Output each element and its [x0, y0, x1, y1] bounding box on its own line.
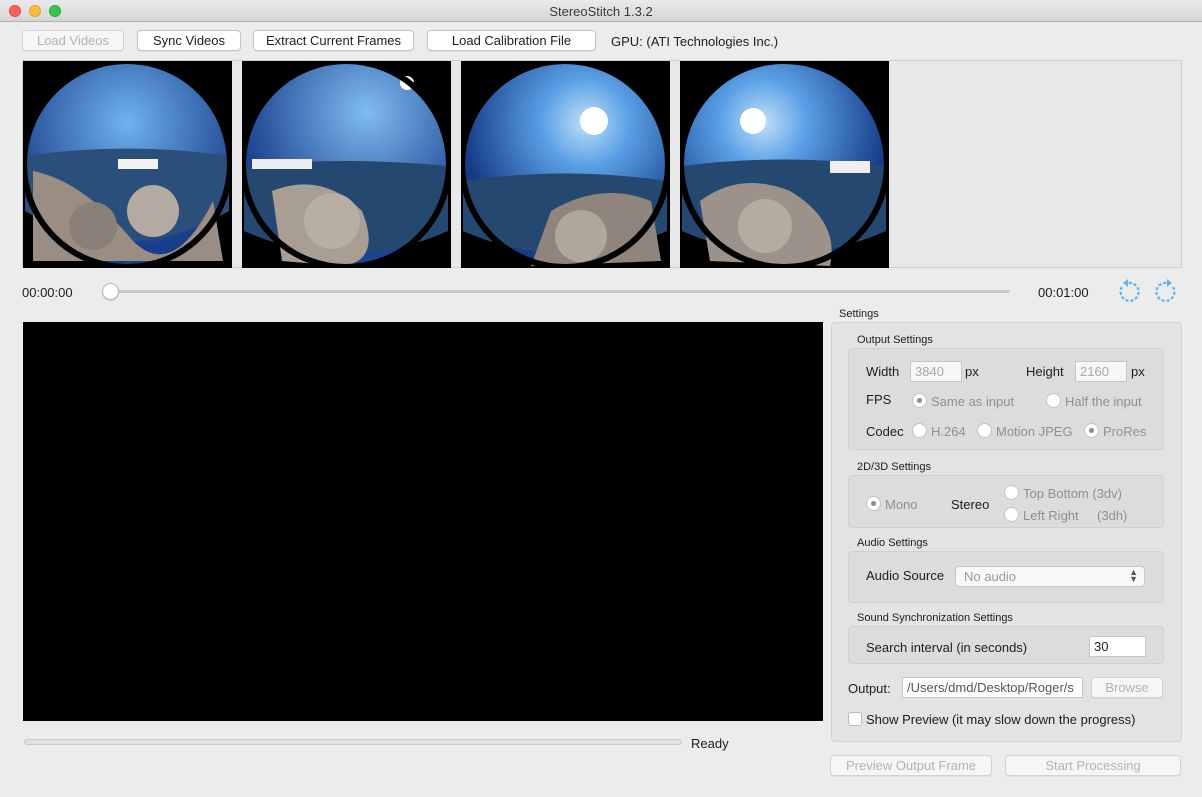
codec-h264-label: H.264: [931, 424, 966, 439]
window-title: StereoStitch 1.3.2: [549, 4, 653, 19]
search-interval-field[interactable]: 30: [1089, 636, 1146, 657]
camera-frame-thumbnail: [461, 61, 670, 268]
audio-source-value: No audio: [964, 569, 1017, 584]
show-preview-checkbox[interactable]: [848, 712, 862, 726]
codec-prores-radio[interactable]: [1084, 423, 1099, 438]
output-settings-title: Output Settings: [857, 334, 933, 346]
browse-button[interactable]: Browse: [1091, 677, 1163, 698]
processing-progress-bar: [24, 739, 682, 745]
left-right-radio[interactable]: [1004, 507, 1019, 522]
height-field[interactable]: 2160: [1075, 361, 1127, 382]
audio-source-label: Audio Source: [866, 568, 945, 583]
output-path-label: Output:: [848, 681, 891, 696]
height-unit: px: [1131, 364, 1145, 379]
codec-mjpeg-label: Motion JPEG: [996, 424, 1073, 439]
camera-frame-thumbnail: [23, 61, 232, 268]
rotate-left-icon[interactable]: [1114, 278, 1142, 306]
timeline-slider-knob[interactable]: [102, 283, 119, 300]
codec-label: Codec: [866, 424, 904, 439]
codec-prores-label: ProRes: [1103, 424, 1147, 439]
frame-thumbnail-strip: [22, 60, 1182, 268]
output-preview-area: [23, 322, 823, 721]
dimension-settings-title: 2D/3D Settings: [857, 461, 931, 473]
codec-h264-radio[interactable]: [912, 423, 927, 438]
status-label: Ready: [691, 736, 729, 751]
search-interval-label: Search interval (in seconds): [866, 640, 1028, 655]
mono-label: Mono: [885, 497, 918, 512]
width-unit: px: [965, 364, 979, 379]
rotate-right-icon[interactable]: [1153, 278, 1181, 306]
camera-frame-thumbnail: [680, 61, 889, 268]
codec-mjpeg-radio[interactable]: [977, 423, 992, 438]
show-preview-label: Show Preview (it may slow down the progr…: [866, 712, 1136, 727]
fps-same-label: Same as input: [931, 394, 1015, 409]
height-label: Height: [1026, 364, 1064, 379]
top-bottom-label: Top Bottom (3dv): [1023, 486, 1122, 501]
width-label: Width: [866, 364, 900, 379]
sync-videos-button[interactable]: Sync Videos: [137, 30, 241, 51]
start-processing-button[interactable]: Start Processing: [1005, 755, 1181, 776]
sound-sync-settings-title: Sound Synchronization Settings: [857, 612, 1013, 624]
fps-half-radio[interactable]: [1046, 393, 1061, 408]
settings-title: Settings: [839, 308, 879, 320]
timeline-end-time: 00:01:00: [1038, 285, 1089, 300]
output-path-field[interactable]: /Users/dmd/Desktop/Roger/s: [902, 677, 1083, 698]
fps-half-label: Half the input: [1065, 394, 1142, 409]
left-right-label: Left Right: [1023, 508, 1079, 523]
preview-output-frame-button[interactable]: Preview Output Frame: [830, 755, 992, 776]
load-calibration-file-button[interactable]: Load Calibration File: [427, 30, 596, 51]
extract-current-frames-button[interactable]: Extract Current Frames: [253, 30, 414, 51]
camera-frame-thumbnail: [242, 61, 451, 268]
gpu-label: GPU: (ATI Technologies Inc.): [611, 34, 779, 49]
left-right-suffix: (3dh): [1097, 508, 1128, 523]
load-videos-button[interactable]: Load Videos: [22, 30, 124, 51]
width-field[interactable]: 3840: [910, 361, 962, 382]
mono-radio[interactable]: [866, 496, 881, 511]
timeline-slider-track[interactable]: [110, 290, 1010, 293]
timeline-start-time: 00:00:00: [22, 285, 73, 300]
title-bar: StereoStitch 1.3.2: [0, 0, 1202, 22]
top-bottom-radio[interactable]: [1004, 485, 1019, 500]
fps-same-radio[interactable]: [912, 393, 927, 408]
audio-source-select[interactable]: No audio ▲ ▼: [955, 566, 1145, 587]
fps-label: FPS: [866, 392, 892, 407]
chevron-up-down-icon: ▲ ▼: [1129, 567, 1138, 584]
stereo-label: Stereo: [951, 497, 990, 512]
audio-settings-title: Audio Settings: [857, 537, 928, 549]
